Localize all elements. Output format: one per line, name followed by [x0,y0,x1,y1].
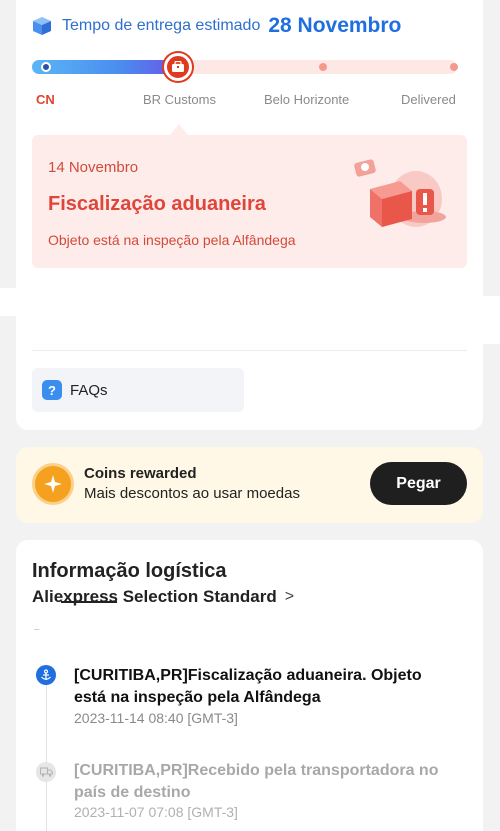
delivery-progress-bar [32,53,458,81]
stage-label-city: Belo Horizonte [264,92,350,107]
stage-label-delivered: Delivered [401,92,456,107]
faq-label: FAQs [70,381,108,399]
logistics-card: Informação logística Aliexpress Selectio… [16,540,483,831]
coins-title: Coins rewarded [84,465,197,482]
event-time: 2023-11-14 08:40 [GMT-3] [74,710,238,726]
divider [32,350,467,351]
event-title-line1: [CURITIBA,PR]Recebido pela transportador… [74,762,439,779]
eta-row: Tempo de entrega estimado 28 Novembro [32,14,401,38]
status-pointer [170,124,188,135]
carrier-link[interactable]: Aliexpress Selection Standard > [32,587,294,607]
logistics-title: Informação logística [32,560,227,582]
stage-label-cn: CN [36,92,55,107]
faq-button[interactable]: ? FAQs [32,368,244,412]
status-title: Fiscalização aduaneira [48,193,266,215]
side-artifact-left [0,288,16,316]
status-panel: 14 Novembro Fiscalização aduaneira Objet… [32,135,467,268]
coins-card: Coins rewarded Mais descontos ao usar mo… [16,447,483,523]
event-title-line2: está na inspeção pela Alfândega [74,689,321,706]
status-description: Objeto está na inspeção pela Alfândega [48,232,296,248]
status-date: 14 Novembro [48,159,139,176]
current-stage-marker [164,53,192,81]
claim-coins-button[interactable]: Pegar [370,462,467,505]
eta-date: 28 Novembro [268,14,402,37]
question-icon: ? [42,380,62,400]
event-title-line1: [CURITIBA,PR]Fiscalização aduaneira. Obj… [74,667,422,684]
tracking-card: Tempo de entrega estimado 28 Novembro CN… [16,0,483,430]
truck-icon [36,762,56,782]
origin-dot [41,62,51,72]
stage-label-customs: BR Customs [143,92,216,107]
timeline-line [46,668,47,831]
dash-mark: – [34,624,40,635]
coins-subtitle: Mais descontos ao usar moedas [84,485,300,502]
package-icon [33,17,51,35]
coin-sparkle-icon [32,463,74,505]
customs-package-illustration [354,159,446,227]
progress-fill [32,60,180,74]
event-time: 2023-11-07 07:08 [GMT-3] [74,804,238,820]
anchor-icon [36,665,56,685]
event-title-line2: país de destino [74,784,191,801]
pending-dot [450,63,458,71]
customs-icon [172,61,184,72]
eta-label: Tempo de entrega estimado [62,17,261,34]
pending-dot [319,63,327,71]
chevron-right-icon: > [284,588,295,605]
redaction-mark [61,601,117,603]
carrier-name: Aliexpress Selection Standard [32,587,277,606]
